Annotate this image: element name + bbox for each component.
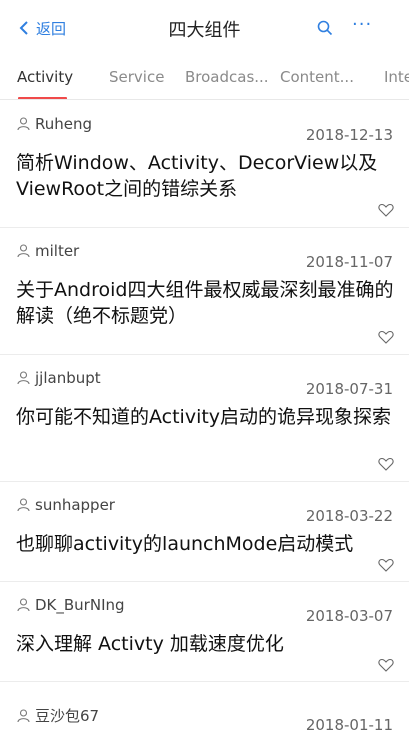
author-name: sunhapper — [35, 496, 115, 514]
author: jjlanbupt — [17, 369, 101, 387]
article-date: 2018-07-31 — [305, 380, 393, 398]
chevron-left-icon — [19, 21, 28, 35]
more-options-icon[interactable]: ··· — [352, 15, 376, 35]
heart-icon[interactable] — [378, 658, 394, 672]
tab-intent[interactable]: Inte — [384, 68, 409, 86]
author: 豆沙包67 — [17, 705, 99, 726]
category-tabs: Activity Service Broadcas... Content... … — [0, 56, 409, 100]
author: milter — [17, 242, 79, 260]
article-title[interactable]: 你可能不知道的Activity启动的诡异现象探索 — [16, 404, 396, 430]
article-date: 2018-01-11 — [305, 716, 393, 734]
user-icon — [17, 117, 30, 131]
tab-content[interactable]: Content... — [280, 68, 354, 86]
heart-icon[interactable] — [378, 203, 394, 217]
list-item[interactable]: DK_BurNIng 2018-03-07 深入理解 Activty 加载速度优… — [0, 582, 409, 682]
author-name: Ruheng — [35, 115, 93, 133]
heart-icon[interactable] — [378, 457, 394, 471]
article-date: 2018-03-07 — [305, 607, 393, 625]
heart-icon[interactable] — [378, 330, 394, 344]
article-title[interactable]: 关于Android四大组件最权威最深刻最准确的解读（绝不标题党） — [16, 277, 396, 329]
article-date: 2018-11-07 — [305, 253, 393, 271]
list-item[interactable]: 豆沙包67 2018-01-11 — [0, 691, 409, 735]
user-icon — [17, 498, 30, 512]
back-label: 返回 — [36, 19, 67, 38]
tab-activity[interactable]: Activity — [17, 68, 73, 86]
list-item[interactable]: jjlanbupt 2018-07-31 你可能不知道的Activity启动的诡… — [0, 355, 409, 482]
heart-icon[interactable] — [378, 558, 394, 572]
author: Ruheng — [17, 115, 92, 133]
top-bar: 返回 四大组件 ··· — [0, 0, 409, 56]
back-button[interactable]: 返回 — [18, 17, 66, 39]
author-name: DK_BurNIng — [35, 596, 125, 614]
list-item[interactable]: sunhapper 2018-03-22 也聊聊activity的launchM… — [0, 482, 409, 582]
tab-service[interactable]: Service — [109, 68, 164, 86]
active-tab-indicator — [18, 97, 67, 99]
author-name: 豆沙包67 — [35, 707, 100, 725]
author: sunhapper — [17, 496, 115, 514]
user-icon — [17, 708, 30, 722]
author-name: milter — [35, 242, 80, 260]
user-icon — [17, 244, 30, 258]
list-item[interactable]: Ruheng 2018-12-13 简析Window、Activity、Deco… — [0, 101, 409, 228]
search-icon[interactable] — [316, 19, 334, 37]
user-icon — [17, 371, 30, 385]
article-date: 2018-03-22 — [305, 507, 393, 525]
article-title[interactable]: 也聊聊activity的launchMode启动模式 — [16, 531, 396, 557]
tab-broadcast[interactable]: Broadcas... — [185, 68, 269, 86]
user-icon — [17, 598, 30, 612]
author-name: jjlanbupt — [35, 369, 101, 387]
author: DK_BurNIng — [17, 596, 125, 614]
article-date: 2018-12-13 — [305, 126, 393, 144]
article-list: Ruheng 2018-12-13 简析Window、Activity、Deco… — [0, 101, 409, 682]
article-title[interactable]: 简析Window、Activity、DecorView以及ViewRoot之间的… — [16, 150, 396, 202]
article-title[interactable]: 深入理解 Activty 加载速度优化 — [16, 631, 396, 657]
list-item[interactable]: milter 2018-11-07 关于Android四大组件最权威最深刻最准确… — [0, 228, 409, 355]
